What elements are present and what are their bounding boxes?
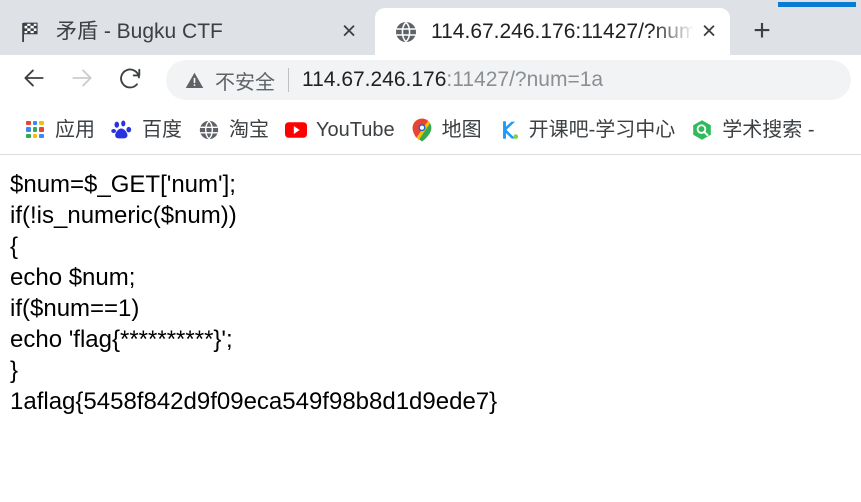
code-line: if($num==1)	[10, 295, 140, 322]
tab-bugku-ctf[interactable]: 矛盾 - Bugku CTF ×	[0, 8, 370, 55]
url-display: 114.67.246.176:11427/?num=1a	[302, 67, 603, 93]
youtube-play-icon	[285, 119, 307, 141]
reload-button[interactable]	[110, 60, 150, 100]
omnibox-divider	[288, 68, 289, 92]
forward-button	[62, 60, 102, 100]
bookmark-label: 百度	[142, 118, 182, 141]
bookmark-taobao[interactable]: 淘宝	[190, 112, 277, 148]
code-line: if(!is_numeric($num))	[10, 202, 237, 229]
bookmark-youtube[interactable]: YouTube	[277, 112, 403, 148]
browser-window: 矛盾 - Bugku CTF × 114.67.246.176:11427/?n…	[0, 0, 861, 502]
tab-strip: 矛盾 - Bugku CTF × 114.67.246.176:11427/?n…	[0, 0, 861, 55]
code-line: echo $num;	[10, 264, 136, 291]
url-host: 114.67.246.176	[302, 68, 447, 91]
apps-grid-icon	[24, 119, 46, 141]
bookmark-label: YouTube	[316, 118, 395, 141]
globe-icon	[393, 19, 419, 45]
reload-icon	[117, 65, 143, 96]
address-bar[interactable]: 不安全 114.67.246.176:11427/?num=1a	[166, 60, 851, 100]
map-pin-icon	[411, 118, 433, 142]
bookmark-apps[interactable]: 应用	[16, 112, 103, 148]
bookmark-kaikeba[interactable]: 开课吧-学习中心	[490, 112, 684, 148]
bookmark-maps[interactable]: 地图	[403, 112, 490, 148]
bookmark-scholar-search[interactable]: 学术搜索 -	[683, 112, 822, 148]
bookmark-label: 淘宝	[229, 118, 269, 141]
code-line: $num=$_GET['num'];	[10, 171, 236, 198]
tab-title: 矛盾 - Bugku CTF	[56, 19, 223, 43]
kaikeba-k-icon	[498, 119, 520, 141]
bookmark-label: 应用	[55, 118, 95, 141]
tab-title: 114.67.246.176:11427/?num=1	[431, 19, 694, 43]
bookmark-label: 开课吧-学习中心	[528, 118, 676, 141]
navigation-toolbar: 不安全 114.67.246.176:11427/?num=1a	[0, 55, 861, 105]
globe-icon	[198, 119, 220, 141]
bookmark-label: 学术搜索 -	[722, 118, 815, 141]
flag-output-line: 1aflag{5458f842d9f09eca549f98b8d1d9ede7}	[10, 388, 498, 415]
security-status-text: 不安全	[215, 71, 275, 94]
arrow-left-icon	[21, 65, 47, 96]
code-line: }	[10, 357, 19, 384]
bookmarks-bar: 应用 百度 淘宝 YouTube 地图 开课吧-学习中心 学术搜索 -	[0, 105, 861, 155]
page-content: $num=$_GET['num']; if(!is_numeric($num))…	[0, 155, 861, 502]
back-button[interactable]	[14, 60, 54, 100]
new-tab-button[interactable]: +	[740, 9, 784, 53]
baidu-paw-icon	[111, 119, 133, 141]
warning-triangle-icon[interactable]	[184, 70, 206, 91]
arrow-right-icon	[69, 65, 95, 96]
tab-target-page[interactable]: 114.67.246.176:11427/?num=1 ×	[375, 8, 730, 55]
bookmark-baidu[interactable]: 百度	[103, 112, 190, 148]
close-icon[interactable]: ×	[334, 17, 364, 47]
bookmark-label: 地图	[441, 118, 482, 141]
plus-icon: +	[753, 14, 771, 47]
code-line: {	[10, 233, 19, 260]
window-accent-bar	[778, 2, 856, 7]
code-line: echo 'flag{**********}';	[10, 326, 233, 353]
close-icon[interactable]: ×	[694, 17, 724, 47]
scholar-search-icon	[691, 119, 713, 141]
checkered-flag-icon	[18, 19, 44, 45]
url-path: :11427/?num=1a	[446, 68, 604, 91]
